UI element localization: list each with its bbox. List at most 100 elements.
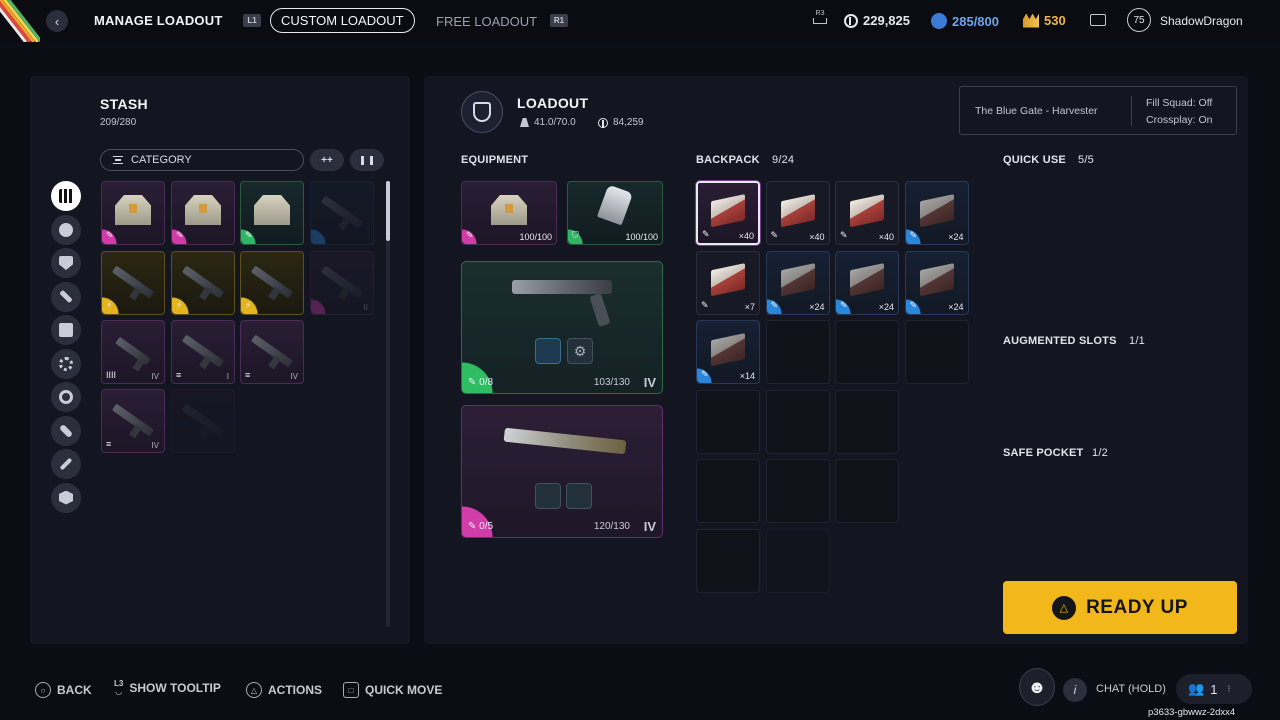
sort-button[interactable]	[350, 149, 384, 171]
mail-icon[interactable]	[1090, 14, 1106, 26]
gear-mod-slot[interactable]: ⚙	[567, 338, 593, 364]
stash-scrollbar-track[interactable]	[386, 181, 390, 627]
mascot-avatar-icon[interactable]: ☻	[1019, 668, 1055, 706]
category-filter[interactable]: CATEGORY	[100, 149, 304, 171]
ammo-tag-icon: ✎	[106, 230, 114, 240]
backpack-empty-slot[interactable]	[904, 320, 969, 384]
barrel-mod-slot[interactable]	[535, 338, 561, 364]
stash-item[interactable]: ✎	[171, 181, 235, 245]
stash-item[interactable]	[171, 389, 235, 453]
stash-item[interactable]: ⚡	[240, 251, 304, 315]
book-icon[interactable]	[51, 315, 81, 345]
backpack-empty-slot[interactable]	[765, 528, 830, 593]
backpack-empty-slot[interactable]	[696, 528, 760, 593]
backpack-empty-slot[interactable]	[835, 320, 899, 384]
stash-item[interactable]: ≡ IV	[240, 320, 304, 384]
shield-slot[interactable]: ⛉ 100/100	[567, 181, 663, 245]
backpack-label: BACKPACK	[696, 154, 760, 166]
backpack-empty-slot[interactable]	[765, 459, 830, 523]
stash-item[interactable]: ⚡	[101, 251, 165, 315]
gun-icon[interactable]	[51, 281, 81, 312]
weapon1-durability: 103/130	[593, 377, 630, 388]
gun-icon	[181, 334, 225, 368]
gold-currency-display: 530	[1023, 13, 1066, 28]
grid-icon[interactable]	[51, 181, 81, 211]
stash-item[interactable]: ✎	[240, 181, 304, 245]
cube-icon[interactable]	[51, 482, 81, 513]
item-quantity: ×40	[809, 232, 825, 242]
tab-custom-loadout[interactable]: CUSTOM LOADOUT	[270, 8, 415, 33]
tooltip-hint[interactable]: L3 ◡ SHOW TOOLTIP	[114, 680, 221, 696]
backpack-empty-slot[interactable]	[835, 389, 899, 454]
chat-hint[interactable]: CHAT (HOLD)	[1096, 683, 1166, 695]
stash-item[interactable]	[310, 181, 374, 245]
stash-item[interactable]: ✎	[101, 181, 165, 245]
backpack-item[interactable]: ✎ ×24	[904, 250, 969, 315]
actions-hint[interactable]: △ ACTIONS	[246, 682, 322, 698]
stash-item[interactable]: ≡ I	[171, 320, 235, 384]
stash-item[interactable]: ≡ IV	[101, 389, 165, 453]
ammo-icon[interactable]	[51, 214, 81, 245]
ready-up-button[interactable]: △ READY UP	[1003, 581, 1237, 634]
armor-slot[interactable]: ✎ 100/100	[461, 181, 557, 245]
tab-free-loadout[interactable]: FREE LOADOUT	[436, 14, 537, 29]
backpack-empty-slot[interactable]	[765, 389, 830, 454]
item-quantity: ×14	[739, 371, 755, 381]
backpack-item[interactable]: ✎ ×24	[835, 250, 899, 315]
ammo-tag-icon: ✎	[176, 230, 184, 240]
gun-icon	[111, 403, 155, 437]
revolver-icon	[512, 280, 612, 294]
ammo-box-icon	[780, 263, 815, 297]
party-button[interactable]: 👥 1 ⁝	[1176, 674, 1252, 704]
backpack-item[interactable]: ✎ ×24	[904, 181, 969, 245]
expand-all-button[interactable]: ++	[310, 149, 344, 171]
backpack-item[interactable]: ✎ ×14	[696, 320, 760, 384]
backpack-empty-slot[interactable]	[835, 459, 899, 523]
blue-token-icon	[931, 13, 947, 29]
backpack-empty-slot[interactable]	[765, 320, 830, 384]
backpack-empty-slot[interactable]	[696, 459, 760, 523]
wrench-icon[interactable]	[51, 449, 81, 479]
quick-move-hint[interactable]: □ QUICK MOVE	[343, 682, 442, 698]
shield-icon[interactable]	[51, 248, 81, 278]
backpack-item[interactable]: ✎ ×24	[765, 250, 830, 315]
backpack-empty-slot[interactable]	[696, 389, 760, 454]
ring-icon[interactable]	[51, 382, 81, 412]
stash-item[interactable]: ⚡	[171, 251, 235, 315]
backpack-item[interactable]: ✎ ×40	[835, 181, 899, 245]
item-quantity: ×7	[744, 301, 755, 312]
backpack-item[interactable]: ✎ ×40	[765, 181, 830, 245]
back-arrow-button[interactable]: ‹	[46, 10, 68, 32]
ammo-tag-icon: ✎	[702, 229, 710, 239]
gear-icon[interactable]	[51, 348, 81, 379]
safe-pocket-count: 1/2	[1092, 447, 1108, 459]
primary-weapon-slot[interactable]: ⚙ ✎ 0/8 103/130 IV	[461, 261, 663, 394]
backpack-item[interactable]: ✎ ×7	[696, 250, 760, 315]
square-button-icon: □	[343, 682, 359, 698]
vest-icon	[254, 195, 290, 225]
weapon2-ammo: ✎ 0/5	[468, 521, 494, 532]
barrel-mod-slot[interactable]	[535, 483, 561, 509]
vest-icon	[115, 195, 151, 225]
stash-item[interactable]: II	[310, 251, 374, 315]
tier-label: IV	[290, 372, 298, 381]
bandage-icon[interactable]	[51, 415, 81, 446]
stock-mod-slot[interactable]	[566, 483, 592, 509]
safe-pocket-label: SAFE POCKET	[1003, 447, 1084, 459]
menu-icon: ⁝	[1227, 683, 1231, 695]
weapon1-ammo: ✎ 0/8	[468, 377, 494, 388]
stash-item[interactable]: IIII IV	[101, 320, 165, 384]
ammo-tag-icon: ✎	[701, 299, 709, 310]
backpack-item[interactable]: ✎ ×40	[696, 181, 760, 245]
secondary-weapon-slot[interactable]: ✎ 0/5 120/130 IV	[461, 405, 663, 538]
stash-scrollbar-thumb[interactable]	[386, 181, 390, 241]
ammo-tag-icon: ✎	[770, 299, 779, 310]
session-info-box[interactable]: The Blue Gate - Harvester Fill Squad: Of…	[959, 86, 1237, 135]
player-name[interactable]: ShadowDragon	[1160, 14, 1243, 28]
item-quantity: ×24	[948, 301, 964, 312]
chat-icon[interactable]: i	[1063, 678, 1087, 702]
back-hint[interactable]: ○ BACK	[35, 682, 92, 698]
weapon2-tier: IV	[643, 519, 656, 534]
bolt-icon: ⚡	[106, 300, 113, 310]
category-icon-column	[51, 181, 81, 513]
